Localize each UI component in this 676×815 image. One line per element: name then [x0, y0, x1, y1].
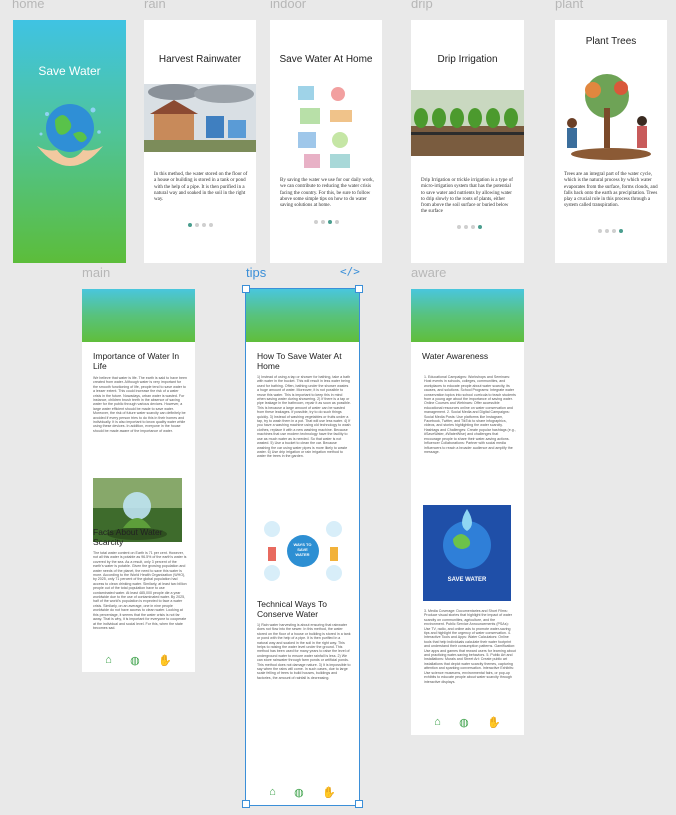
frame-label-drip: drip — [411, 0, 433, 11]
frame-home[interactable]: Save Water — [13, 20, 126, 263]
tips-section-title-1: How To Save Water At Home — [257, 351, 342, 371]
rain-page-dots[interactable] — [188, 223, 213, 227]
poster-text: WAYS TO SAVE WATER — [293, 542, 312, 557]
resize-handle-bl[interactable] — [242, 800, 250, 808]
indoor-page-dots[interactable] — [314, 220, 339, 224]
main-section-body-1: We believe that water is life. The earth… — [93, 376, 187, 433]
frame-label-rain: rain — [144, 0, 166, 11]
indoor-body: By saving the water we use for our daily… — [280, 178, 374, 209]
home-icon[interactable]: ⌂ — [434, 716, 441, 728]
globe-icon[interactable]: ◍ — [459, 716, 469, 729]
drip-body: Drip Irrigation or trickle irrigation is… — [421, 178, 513, 215]
tips-tab-bar: ⌂ ◍ ✋ — [246, 783, 359, 801]
home-icon[interactable]: ⌂ — [269, 786, 276, 798]
indoor-title: Save Water At Home — [279, 54, 373, 65]
aware-header — [411, 289, 524, 342]
frame-label-plant: plant — [555, 0, 584, 11]
drip-page-dots[interactable] — [457, 225, 482, 229]
frame-plant[interactable]: Plant Trees Trees are an integral part o… — [555, 20, 667, 263]
resize-handle-br[interactable] — [355, 800, 363, 808]
frame-drip[interactable]: Drip Irrigation Drip Irrigation or trick… — [411, 20, 524, 263]
save-water-poster — [423, 505, 511, 601]
frame-rain[interactable]: Harvest Rainwater In this method, the wa… — [144, 20, 256, 263]
rainwater-illustration — [144, 84, 256, 152]
frame-label-tips: tips — [246, 265, 267, 280]
frame-label-indoor: indoor — [270, 0, 307, 11]
frame-indoor[interactable]: Save Water At Home By saving the water w… — [270, 20, 382, 263]
plant-page-dots[interactable] — [598, 229, 623, 233]
drip-title: Drip Irrigation — [437, 54, 498, 65]
tips-section-title-2: Technical Ways To Conserve Water — [257, 599, 327, 619]
frame-tips[interactable]: How To Save Water At Home 1) Instead of … — [245, 288, 360, 806]
drip-irrigation-illustration — [411, 90, 524, 156]
aware-tab-bar: ⌂ ◍ ✋ — [411, 713, 524, 731]
tips-header — [246, 289, 359, 342]
frame-label-main: main — [82, 265, 111, 280]
aware-part-1: 1. Educational Campaigns: Workshops and … — [424, 375, 516, 454]
plant-title: Plant Trees — [585, 36, 637, 47]
frame-main[interactable]: Importance of Water In Life We believe t… — [82, 289, 195, 672]
tips-section-body-1: 1) Instead of using a tap or shower for … — [257, 375, 351, 459]
main-tab-bar: ⌂ ◍ ✋ — [82, 651, 195, 669]
globe-icon[interactable]: ◍ — [294, 786, 304, 799]
globe-icon[interactable]: ◍ — [130, 654, 140, 667]
resize-handle-tr[interactable] — [355, 285, 363, 293]
main-header — [82, 289, 195, 342]
rain-body: In this method, the water stored on the … — [154, 172, 248, 203]
aware-part-2: 3. Media Coverage: Documentaries and Sho… — [424, 609, 516, 684]
main-section-title-1: Importance of Water In Life — [93, 351, 180, 371]
hand-water-icon[interactable]: ✋ — [322, 786, 336, 799]
save-water-poster-text: SAVE WATER — [447, 577, 487, 583]
frame-label-aware: aware — [411, 265, 447, 280]
tips-section-body-2: 1) Rain water harvesting is about ensuri… — [257, 623, 351, 680]
globe-hands-illustration — [37, 104, 103, 166]
home-tips-illustration — [294, 82, 358, 172]
home-title: Save Water — [38, 64, 101, 78]
resize-handle-tl[interactable] — [242, 285, 250, 293]
plant-body: Trees are an integral part of the water … — [564, 172, 658, 209]
code-icon[interactable]: </> — [340, 265, 360, 278]
frame-aware[interactable]: Water Awareness 1. Educational Campaigns… — [411, 289, 524, 735]
hand-water-icon[interactable]: ✋ — [158, 654, 172, 667]
frame-label-home: home — [12, 0, 45, 11]
plant-trees-illustration — [557, 68, 665, 164]
rain-title: Harvest Rainwater — [158, 54, 242, 65]
hand-water-icon[interactable]: ✋ — [487, 716, 501, 729]
home-icon[interactable]: ⌂ — [105, 654, 112, 666]
aware-title: Water Awareness — [422, 351, 489, 361]
main-section-title-2: Facts About Water Scarcity — [93, 527, 163, 547]
main-section-body-2: The total water content on Earth is 71 p… — [93, 551, 187, 630]
